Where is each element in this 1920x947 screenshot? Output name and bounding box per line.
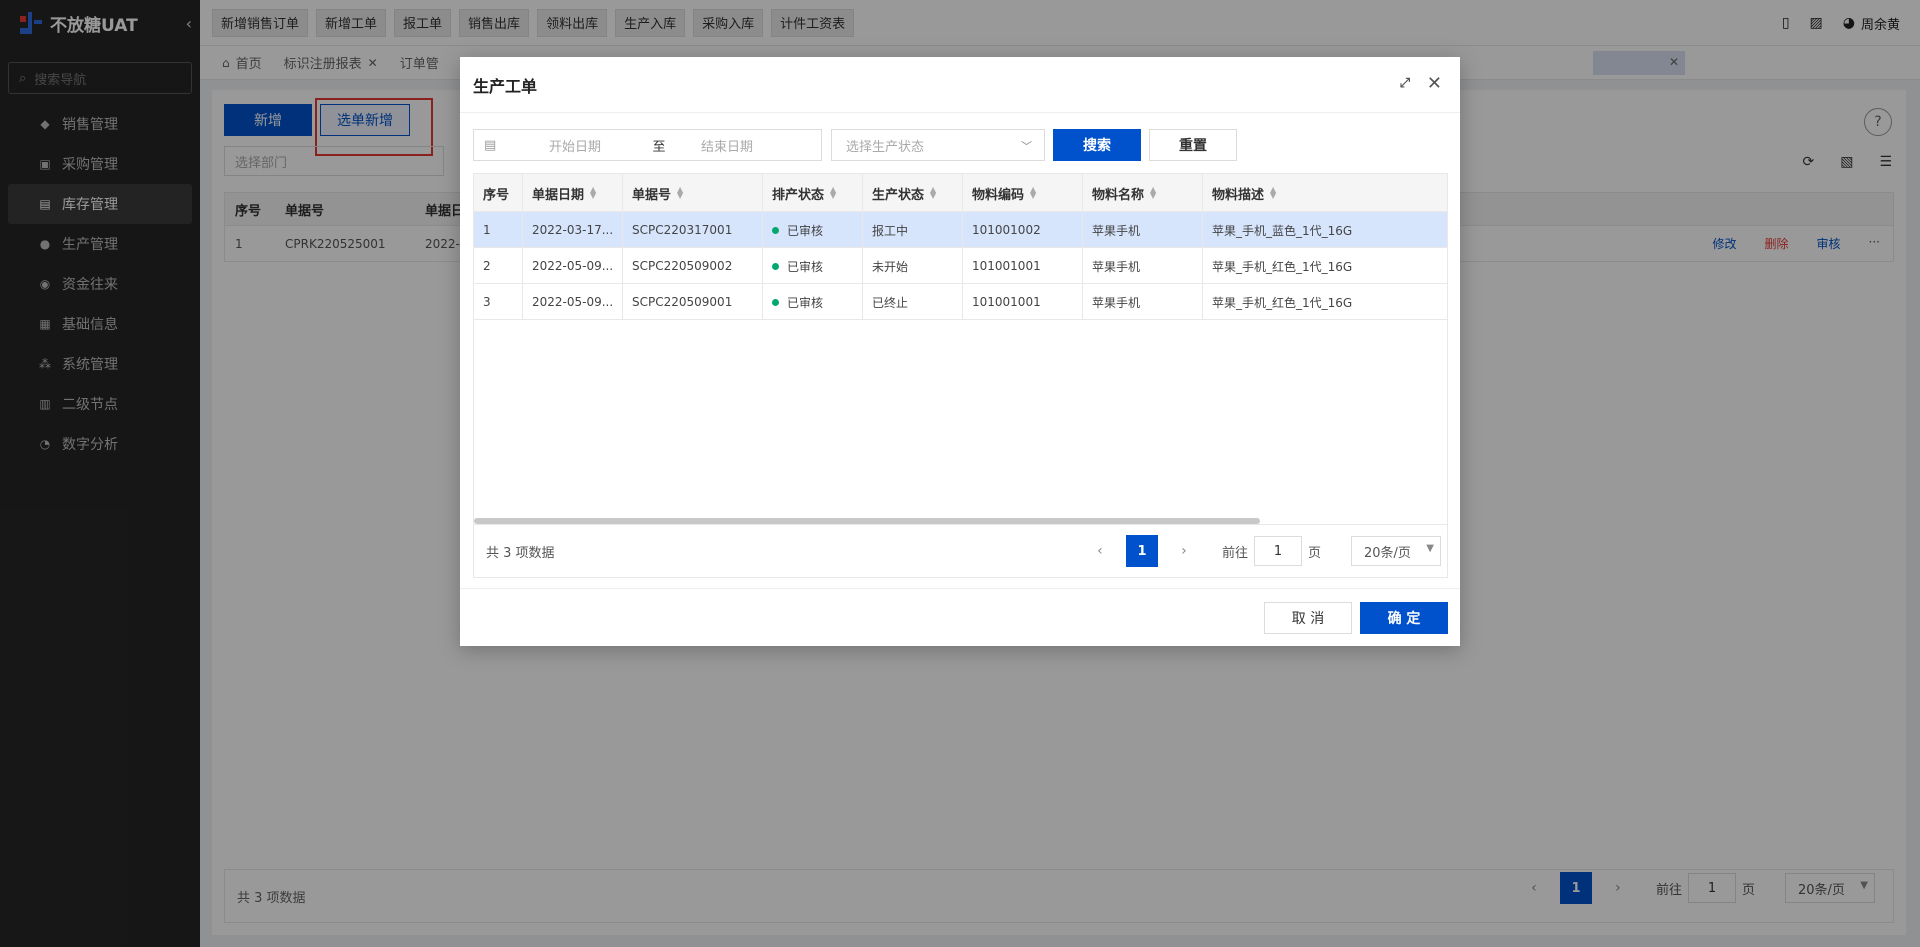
col-no: 序号 bbox=[474, 174, 523, 212]
page-size-select[interactable]: 20条/页 ▼ bbox=[1351, 536, 1441, 566]
calendar-icon: ▤ bbox=[484, 137, 497, 153]
fullscreen-icon[interactable]: ⤢ bbox=[1400, 76, 1410, 91]
prev-page-icon[interactable]: ‹ bbox=[1090, 543, 1110, 559]
next-page-icon[interactable]: › bbox=[1174, 543, 1194, 559]
table-header: 序号 单据日期 ▲ ▼ 单据号 ▲ ▼ 排产状态 ▲ ▼ 生产状态 ▲ ▼ 物料编码 ▲ ▼ 物料名… bbox=[474, 174, 1447, 212]
table-row[interactable]: 2 2022-05-09... SCPC220509002 已审核 未开始 10… bbox=[474, 248, 1447, 284]
col-doc-no[interactable]: 单据号 ▲ ▼ bbox=[623, 174, 763, 212]
confirm-button[interactable]: 确 定 bbox=[1360, 602, 1448, 634]
modal-footer: 取 消 确 定 bbox=[460, 588, 1460, 646]
cancel-button[interactable]: 取 消 bbox=[1264, 602, 1352, 634]
filter-row: ▤ 开始日期 至 结束日期 选择生产状态 ﹀ 搜索 重置 bbox=[473, 129, 1237, 161]
modal-title: 生产工单 bbox=[473, 76, 538, 96]
date-range-picker[interactable]: ▤ 开始日期 至 结束日期 bbox=[473, 129, 822, 161]
production-order-modal: 生产工单 ⤢ ✕ ▤ 开始日期 至 结束日期 选择生产状态 ﹀ 搜索 重置 序号… bbox=[460, 57, 1460, 646]
sort-icon[interactable]: ▲ ▼ bbox=[830, 186, 836, 200]
table-row[interactable]: 1 2022-03-17... SCPC220317001 已审核 报工中 10… bbox=[474, 212, 1447, 248]
chevron-down-icon: ﹀ bbox=[1021, 140, 1032, 153]
col-material-name[interactable]: 物料名称 ▲ ▼ bbox=[1083, 174, 1203, 212]
sort-icon[interactable]: ▲ ▼ bbox=[1030, 186, 1036, 200]
pager-controls: ‹ 1 › 前往 1 页 20条/页 ▼ bbox=[1090, 535, 1441, 567]
sort-icon[interactable]: ▲ ▼ bbox=[1150, 186, 1156, 200]
table-row[interactable]: 3 2022-05-09... SCPC220509001 已审核 已终止 10… bbox=[474, 284, 1447, 320]
sort-icon[interactable]: ▲ ▼ bbox=[677, 186, 683, 200]
start-date-input[interactable]: 开始日期 bbox=[524, 136, 644, 155]
total-count: 共 3 项数据 bbox=[486, 545, 555, 561]
production-order-table: 序号 单据日期 ▲ ▼ 单据号 ▲ ▼ 排产状态 ▲ ▼ 生产状态 ▲ ▼ 物料编码 ▲ ▼ 物料名… bbox=[473, 173, 1448, 578]
modal-pager: 共 3 项数据 ‹ 1 › 前往 1 页 20条/页 ▼ bbox=[474, 524, 1447, 577]
col-prod-state[interactable]: 生产状态 ▲ ▼ bbox=[863, 174, 963, 212]
status-dot bbox=[772, 298, 779, 306]
end-date-input[interactable]: 结束日期 bbox=[674, 136, 794, 155]
sort-icon[interactable]: ▲ ▼ bbox=[590, 186, 596, 200]
status-dot bbox=[772, 226, 779, 234]
modal-header: 生产工单 ⤢ ✕ bbox=[460, 57, 1460, 113]
goto-page-input[interactable]: 1 bbox=[1253, 536, 1302, 566]
status-dot bbox=[772, 262, 779, 270]
col-material-code[interactable]: 物料编码 ▲ ▼ bbox=[963, 174, 1083, 212]
sort-icon[interactable]: ▲ ▼ bbox=[930, 186, 936, 200]
close-icon[interactable]: ✕ bbox=[1427, 73, 1442, 94]
col-material-desc[interactable]: 物料描述 ▲ ▼ bbox=[1203, 174, 1447, 212]
search-button[interactable]: 搜索 bbox=[1053, 129, 1141, 161]
col-sched-state[interactable]: 排产状态 ▲ ▼ bbox=[763, 174, 863, 212]
chevron-down-icon: ▼ bbox=[1426, 543, 1434, 554]
production-state-select[interactable]: 选择生产状态 ﹀ bbox=[831, 129, 1045, 161]
reset-button[interactable]: 重置 bbox=[1149, 129, 1237, 161]
current-page[interactable]: 1 bbox=[1125, 535, 1158, 567]
sort-icon[interactable]: ▲ ▼ bbox=[1270, 186, 1276, 200]
col-date[interactable]: 单据日期 ▲ ▼ bbox=[523, 174, 623, 212]
